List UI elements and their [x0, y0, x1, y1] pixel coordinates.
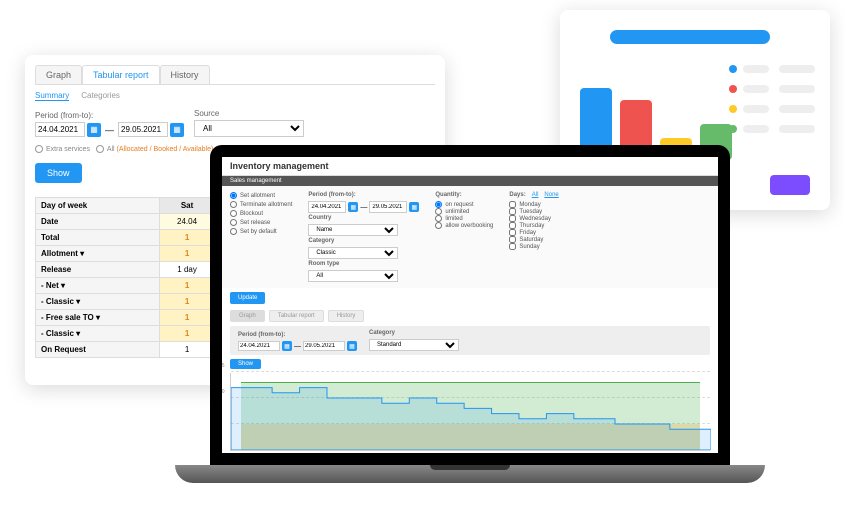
- inv-date-from[interactable]: [308, 201, 346, 213]
- day-check-sunday[interactable]: Sunday: [509, 243, 558, 250]
- roomtype-select[interactable]: All: [308, 270, 398, 282]
- day-check-monday[interactable]: Monday: [509, 201, 558, 208]
- all-radio[interactable]: [96, 145, 104, 153]
- tab-graph[interactable]: Graph: [35, 65, 82, 84]
- category-select[interactable]: Classic: [308, 247, 398, 259]
- page-title: Inventory management: [222, 157, 718, 176]
- calendar-icon[interactable]: ▦: [409, 202, 419, 212]
- calendar-icon[interactable]: ▦: [347, 341, 357, 351]
- calendar-icon[interactable]: ▦: [170, 123, 184, 137]
- quantity-radio-2[interactable]: limited: [435, 215, 493, 222]
- day-check-friday[interactable]: Friday: [509, 229, 558, 236]
- show-button[interactable]: Show: [35, 163, 82, 183]
- tab-tabular-report[interactable]: Tabular report: [82, 65, 160, 84]
- chart-tab-0[interactable]: Graph: [230, 310, 265, 322]
- day-check-thursday[interactable]: Thursday: [509, 222, 558, 229]
- section-header: Sales management: [222, 176, 718, 186]
- source-label: Source: [194, 109, 304, 118]
- action-radio-4[interactable]: Set by default: [230, 228, 292, 235]
- mini-legend: [729, 65, 815, 145]
- quantity-radio-1[interactable]: unlimited: [435, 208, 493, 215]
- chart-date-to[interactable]: [303, 341, 345, 351]
- report-subtabs: Summary Categories: [35, 91, 435, 101]
- calendar-icon[interactable]: ▦: [348, 202, 358, 212]
- mini-action-button[interactable]: [770, 175, 810, 195]
- quantity-radio-0[interactable]: on request: [435, 201, 493, 208]
- day-check-wednesday[interactable]: Wednesday: [509, 215, 558, 222]
- period-label: Period (from-to):: [35, 111, 184, 120]
- update-button[interactable]: Update: [230, 292, 265, 304]
- days-all-link[interactable]: All: [532, 192, 539, 198]
- date-to-input[interactable]: [118, 122, 168, 137]
- action-radio-2[interactable]: Blockout: [230, 210, 292, 217]
- action-radio-3[interactable]: Set release: [230, 219, 292, 226]
- mini-chart-title-bar: [610, 30, 770, 44]
- inventory-form: Set allotment Terminate allotment Blockout…: [222, 186, 718, 288]
- action-radio-1[interactable]: Terminate allotment: [230, 201, 292, 208]
- subtab-summary[interactable]: Summary: [35, 91, 69, 101]
- extra-services-label: Extra services: [46, 146, 90, 153]
- calendar-icon[interactable]: ▦: [87, 123, 101, 137]
- country-select[interactable]: Name: [308, 224, 398, 236]
- laptop-base: [175, 465, 765, 483]
- quantity-radio-3[interactable]: allow overbooking: [435, 222, 493, 229]
- days-none-link[interactable]: None: [544, 192, 558, 198]
- chart-show-button[interactable]: Show: [230, 359, 261, 369]
- calendar-icon[interactable]: ▦: [282, 341, 292, 351]
- inventory-chart: 51015: [230, 373, 710, 451]
- chart-tab-1[interactable]: Tabular report: [269, 310, 324, 322]
- source-select[interactable]: All: [194, 120, 304, 137]
- date-from-input[interactable]: [35, 122, 85, 137]
- day-check-tuesday[interactable]: Tuesday: [509, 208, 558, 215]
- action-radio-0[interactable]: Set allotment: [230, 192, 292, 199]
- laptop-mockup: Inventory management Sales management Se…: [175, 145, 765, 505]
- subtab-categories[interactable]: Categories: [81, 91, 120, 101]
- report-tabs: GraphTabular reportHistory: [35, 65, 435, 85]
- day-check-saturday[interactable]: Saturday: [509, 236, 558, 243]
- chart-tab-2[interactable]: History: [328, 310, 365, 322]
- tab-history[interactable]: History: [160, 65, 210, 84]
- extra-services-radio[interactable]: [35, 145, 43, 153]
- chart-date-from[interactable]: [238, 341, 280, 351]
- inv-date-to[interactable]: [369, 201, 407, 213]
- chart-category-select[interactable]: Standard: [369, 339, 459, 351]
